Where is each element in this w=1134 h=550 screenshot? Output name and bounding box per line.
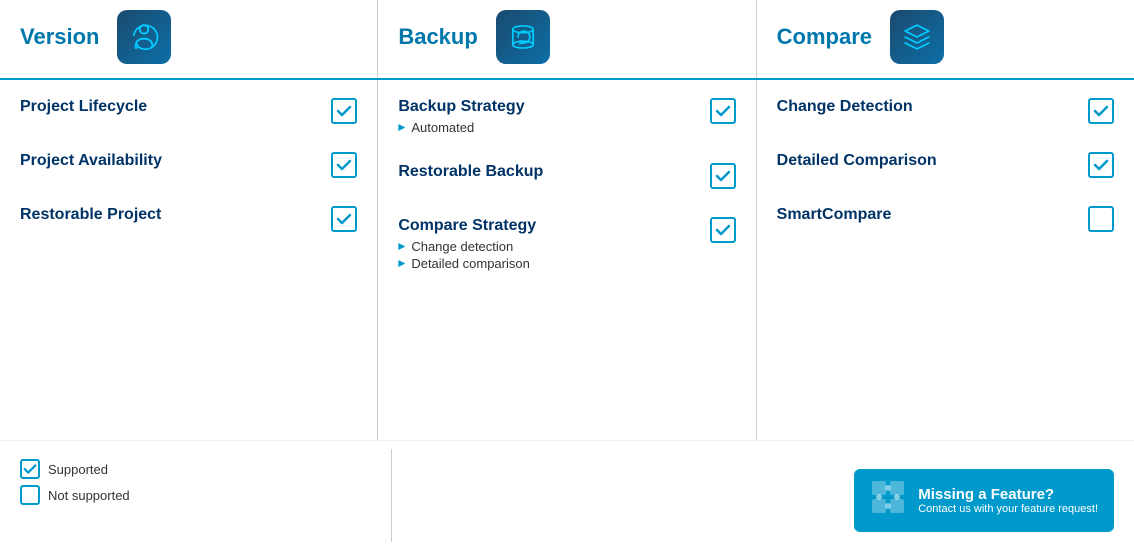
checkbox-checked xyxy=(710,98,736,124)
backup-column: Backup Strategy Automated Restorable Bac… xyxy=(378,80,756,440)
compare-header: Compare xyxy=(757,0,1134,78)
feature-project-availability: Project Availability xyxy=(20,152,357,178)
feature-name: Restorable Backup xyxy=(398,163,699,181)
feature-name: Change Detection xyxy=(777,98,1078,116)
supported-label: Supported xyxy=(48,462,108,477)
sub-item: Change detection xyxy=(398,239,699,254)
version-column: Project Lifecycle Project Availability R… xyxy=(0,80,378,440)
compare-column: Change Detection Detailed Comparison Sma… xyxy=(757,80,1134,440)
backup-icon xyxy=(496,10,550,64)
version-header: Version xyxy=(0,0,378,78)
feature-name: Detailed Comparison xyxy=(777,152,1078,170)
checkbox-checked xyxy=(1088,152,1114,178)
bottom-section: Supported Not supported xyxy=(0,440,1134,550)
backup-header: Backup xyxy=(378,0,756,78)
feature-smartcompare: SmartCompare xyxy=(777,206,1114,232)
feature-name: SmartCompare xyxy=(777,206,1078,224)
bullet-icon xyxy=(398,124,405,131)
bullet-icon xyxy=(398,260,405,267)
legend-section: Supported Not supported xyxy=(0,449,392,542)
main-container: Version Backup xyxy=(0,0,1134,550)
missing-feature-area: Missing a Feature? Contact us with your … xyxy=(392,449,1134,542)
checkbox-checked xyxy=(710,163,736,189)
legend-not-supported: Not supported xyxy=(20,485,371,505)
sub-item: Detailed comparison xyxy=(398,256,699,271)
checkbox-checked xyxy=(331,152,357,178)
missing-feature-subtitle: Contact us with your feature request! xyxy=(918,503,1098,515)
feature-restorable-backup: Restorable Backup xyxy=(398,163,735,189)
feature-name: Backup Strategy xyxy=(398,98,699,116)
checkbox-checked xyxy=(710,217,736,243)
checkbox-empty xyxy=(1088,206,1114,232)
feature-compare-strategy: Compare Strategy Change detection Detail… xyxy=(398,217,735,271)
checkbox-checked xyxy=(331,206,357,232)
feature-change-detection: Change Detection xyxy=(777,98,1114,124)
version-icon xyxy=(117,10,171,64)
content-section: Project Lifecycle Project Availability R… xyxy=(0,80,1134,440)
puzzle-icon xyxy=(870,479,906,522)
legend-empty-icon xyxy=(20,485,40,505)
checkbox-checked xyxy=(1088,98,1114,124)
feature-name: Restorable Project xyxy=(20,206,321,224)
feature-name: Project Availability xyxy=(20,152,321,170)
compare-icon xyxy=(890,10,944,64)
version-title: Version xyxy=(20,24,99,50)
backup-title: Backup xyxy=(398,24,477,50)
feature-backup-strategy: Backup Strategy Automated xyxy=(398,98,735,135)
feature-name: Project Lifecycle xyxy=(20,98,321,116)
feature-detailed-comparison: Detailed Comparison xyxy=(777,152,1114,178)
missing-feature-banner[interactable]: Missing a Feature? Contact us with your … xyxy=(854,469,1114,532)
feature-project-lifecycle: Project Lifecycle xyxy=(20,98,357,124)
feature-restorable-project: Restorable Project xyxy=(20,206,357,232)
header-section: Version Backup xyxy=(0,0,1134,80)
feature-name: Compare Strategy xyxy=(398,217,699,235)
not-supported-label: Not supported xyxy=(48,488,130,503)
missing-feature-title: Missing a Feature? xyxy=(918,486,1098,503)
checkbox-checked xyxy=(331,98,357,124)
compare-title: Compare xyxy=(777,24,872,50)
legend-check-icon xyxy=(20,459,40,479)
legend-supported: Supported xyxy=(20,459,371,479)
sub-item: Automated xyxy=(398,120,699,135)
bullet-icon xyxy=(398,243,405,250)
